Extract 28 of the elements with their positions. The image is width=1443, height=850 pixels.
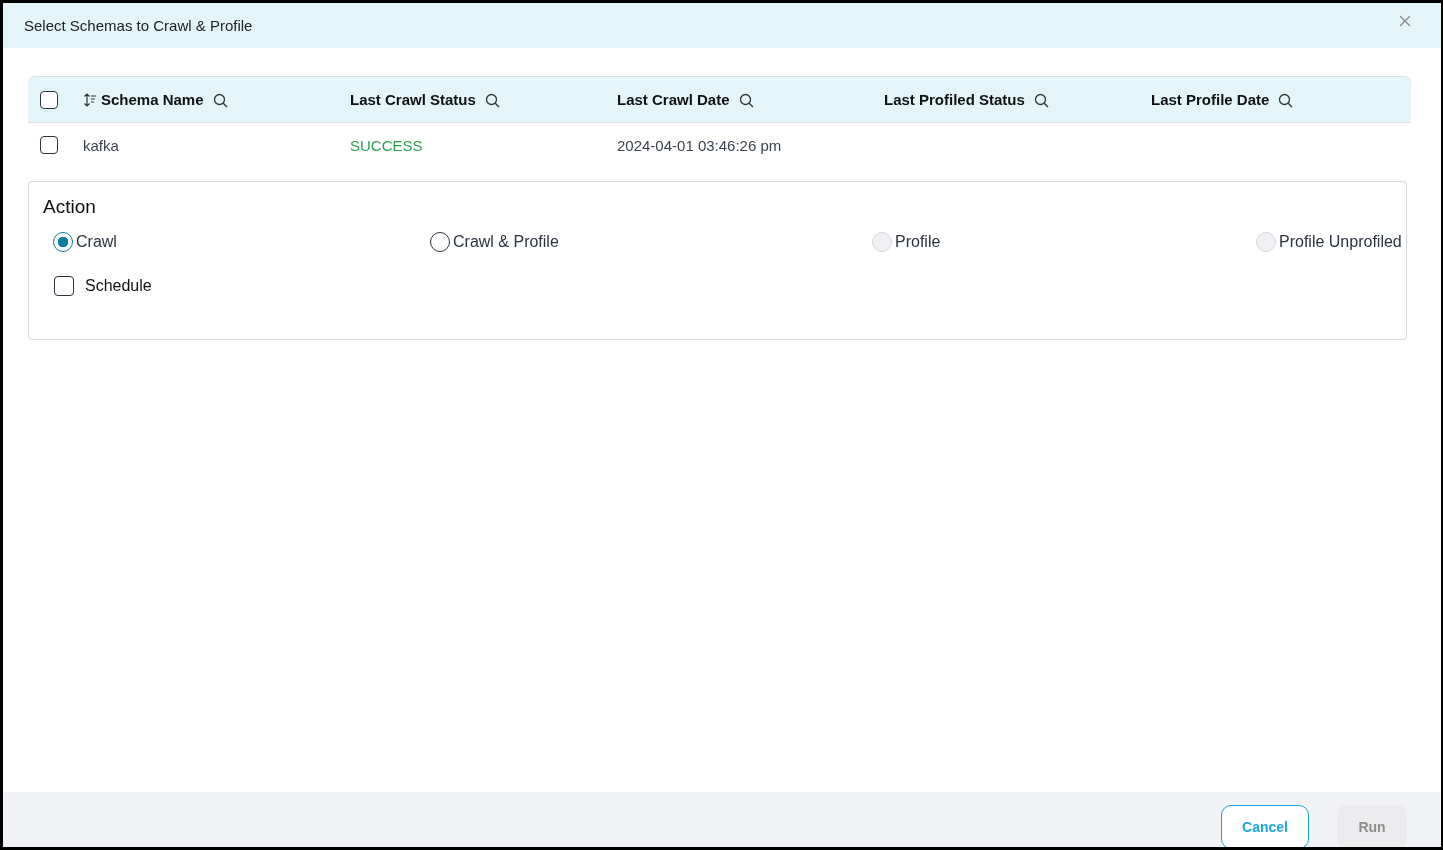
column-header: Last Crawl Date [617,91,730,108]
column-header: Last Profiled Status [884,91,1025,108]
cancel-button[interactable]: Cancel [1221,805,1309,847]
section-title: Action [43,196,96,218]
radio-label: Profile Unprofiled [1279,233,1402,251]
search-icon[interactable] [1278,93,1295,109]
radio-button[interactable] [430,232,450,252]
select-all-checkbox[interactable] [40,90,58,109]
checkbox-label: Schedule [85,277,152,295]
table-cell: SUCCESS [350,136,423,154]
row-checkbox[interactable] [40,136,58,154]
search-icon[interactable] [212,93,229,109]
search-icon[interactable] [484,93,501,109]
search-icon[interactable] [1033,93,1050,109]
radio-button[interactable] [53,232,73,252]
radio-label: Crawl [76,233,117,251]
column-header: Last Crawl Status [350,91,476,108]
schedule-checkbox[interactable] [54,276,74,296]
column-header: Schema Name [101,91,204,108]
close-icon[interactable] [1399,14,1411,27]
dialog-title: Select Schemas to Crawl & Profile [24,17,253,34]
sort-icon[interactable] [83,92,97,107]
radio-label: Profile [895,233,941,251]
column-header: Last Profile Date [1151,91,1270,108]
radio-label: Crawl & Profile [453,233,559,251]
table-cell: 2024-04-01 03:46:26 pm [617,136,782,154]
table-cell: kafka [83,136,119,154]
search-icon[interactable] [738,93,755,109]
